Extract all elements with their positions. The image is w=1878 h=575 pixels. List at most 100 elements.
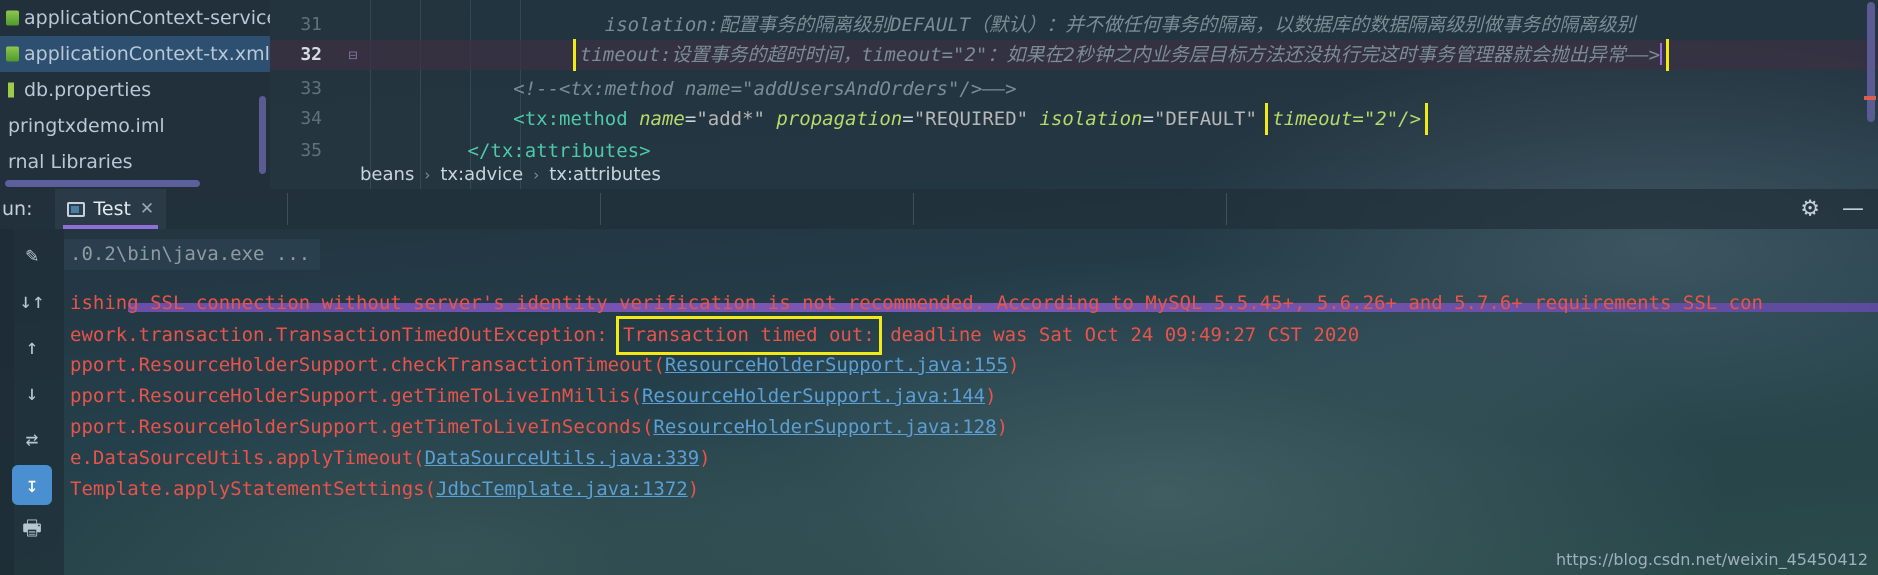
comment-token: isolation:配置事务的隔离级别DEFAULT（默认）：并不做任何事务的隔… (376, 14, 1636, 36)
stack-prefix: pport.ResourceHolderSupport.getTimeToLiv… (70, 385, 642, 407)
code-text: isolation:配置事务的隔离级别DEFAULT（默认）：并不做任何事务的隔… (376, 10, 1878, 40)
code-text: timeout:设置事务的超时时间，timeout="2"：如果在2秒钟之内业务… (376, 39, 1878, 71)
divider (287, 193, 288, 225)
console-icon (66, 201, 85, 217)
tree-item-label: applicationContext-tx.xml (24, 43, 270, 65)
tree-vertical-scrollbar[interactable] (259, 96, 266, 174)
code-text: <tx:method name="add*" propagation="REQU… (376, 103, 1878, 135)
string-token: "DEFAULT" (1153, 108, 1269, 130)
console-stack-line: pport.ResourceHolderSupport.getTimeToLiv… (64, 412, 1878, 443)
stack-prefix: e.DataSourceUtils.applyTimeout( (70, 447, 425, 469)
stack-trace-link[interactable]: ResourceHolderSupport.java:155 (665, 354, 1008, 376)
stack-trace-link[interactable]: ResourceHolderSupport.java:144 (642, 385, 985, 407)
chevron-right-icon: › (533, 165, 540, 184)
console-stack-line: e.DataSourceUtils.applyTimeout(DataSourc… (64, 443, 1878, 474)
editor-zone: applicationContext-service.xml applicati… (0, 0, 1878, 189)
attr-token: name (639, 108, 685, 130)
console-stack-line: pport.ResourceHolderSupport.getTimeToLiv… (64, 381, 1878, 412)
code-line-34[interactable]: 34 <tx:method name="add*" propagation="R… (270, 103, 1878, 135)
breadcrumb-item-tx-advice[interactable]: tx:advice (440, 164, 523, 185)
tree-item-label: applicationContext-service.xml (24, 7, 270, 29)
tag-token: </tx:attributes> (376, 140, 651, 162)
tag-token: <tx:method (376, 108, 640, 130)
stack-suffix: ) (985, 385, 997, 407)
line-number: 31 (300, 14, 322, 35)
rerun-button[interactable]: ✎ (12, 235, 52, 275)
watermark: https://blog.csdn.net/weixin_45450412 (1555, 550, 1868, 569)
tree-item-applicationcontext-tx[interactable]: applicationContext-tx.xml (0, 36, 270, 72)
stack-suffix: ) (699, 447, 711, 469)
console-output[interactable]: .0.2\bin\java.exe ... ishing SSL connect… (64, 229, 1878, 575)
close-icon[interactable]: ✕ (140, 199, 154, 219)
line-number: 34 (300, 108, 322, 129)
tree-item-db-properties[interactable]: db.properties (0, 72, 270, 108)
console-line-ssl-warning: ishing SSL connection without server's i… (70, 292, 1763, 314)
attr-token: isolation (1039, 108, 1143, 130)
comment-token: timeout:设置事务的超时时间，timeout="2"：如果在2秒钟之内业务… (580, 44, 1661, 66)
tree-item-external-libraries[interactable]: rnal Libraries (0, 144, 270, 180)
stack-prefix: pport.ResourceHolderSupport.checkTransac… (70, 354, 665, 376)
chevron-right-icon: › (424, 165, 431, 184)
console-line-exception: ework.transaction.TransactionTimedOutExc… (64, 316, 1878, 355)
run-tab-label: Test (93, 198, 131, 220)
gear-icon[interactable]: ⚙ (1800, 197, 1820, 222)
editor-vertical-scrollbar[interactable] (1867, 2, 1875, 122)
stack-trace-link[interactable]: JdbcTemplate.java:1372 (436, 478, 688, 500)
string-token: "REQUIRED" (913, 108, 1040, 130)
run-actions-toolbar: ✎ ↓↑ ↑ ↓ ⇄ ↧ 🖶 (0, 229, 64, 575)
exception-suffix: deadline was Sat Oct 24 09:49:27 CST 202… (878, 324, 1360, 346)
run-tab-test[interactable]: Test ✕ (54, 189, 167, 229)
timeout-attribute: timeout="2"/> (1272, 108, 1422, 130)
stack-prefix: Template.applyStatementSettings( (70, 478, 437, 500)
console-command-line: .0.2\bin\java.exe ... (64, 239, 321, 270)
tree-horizontal-scrollbar[interactable] (5, 180, 200, 187)
print-button[interactable]: 🖶 (12, 511, 52, 551)
code-line-31[interactable]: 31 isolation:配置事务的隔离级别DEFAULT（默认）：并不做任何事… (270, 10, 1878, 40)
ide-window: applicationContext-service.xml applicati… (0, 0, 1878, 575)
sort-button[interactable]: ↓↑ (12, 281, 52, 321)
breadcrumb[interactable]: beans › tx:advice › tx:attributes (270, 160, 661, 189)
line-number: 33 (300, 78, 322, 99)
run-window-label: un: (2, 198, 33, 220)
stack-suffix: ) (1008, 354, 1020, 376)
breadcrumb-item-tx-attributes[interactable]: tx:attributes (549, 164, 661, 185)
string-token: "add*" (696, 108, 777, 130)
project-tree-panel[interactable]: applicationContext-service.xml applicati… (0, 0, 270, 189)
line-number: 32 (300, 44, 322, 65)
attr-token: propagation (776, 108, 903, 130)
divider (600, 193, 601, 225)
tree-item-iml[interactable]: pringtxdemo.iml (0, 108, 270, 144)
divider (913, 193, 914, 225)
run-tool-window: un: Test ✕ ⚙ — ✎ ↓↑ ↑ ↓ ⇄ ↧ 🖶 .0.2\bin\j… (0, 189, 1878, 575)
stack-trace-link[interactable]: ResourceHolderSupport.java:128 (653, 416, 996, 438)
comment-token: <!--<tx:method name="addUsersAndOrders"/… (376, 78, 1017, 100)
equals-token: = (684, 108, 697, 130)
tree-item-applicationcontext-service[interactable]: applicationContext-service.xml (0, 0, 270, 36)
code-text: <!--<tx:method name="addUsersAndOrders"/… (376, 74, 1878, 104)
minimize-icon[interactable]: — (1842, 197, 1864, 222)
down-button[interactable]: ↓ (12, 373, 52, 413)
stack-suffix: ) (996, 416, 1009, 438)
breadcrumb-item-beans[interactable]: beans (360, 164, 414, 185)
annotation-box-transaction-timed-out: Transaction timed out: (616, 316, 882, 355)
error-stripe-marker[interactable] (1864, 96, 1876, 100)
stack-prefix: pport.ResourceHolderSupport.getTimeToLiv… (70, 416, 654, 438)
export-button[interactable]: ↧ (12, 465, 52, 505)
fold-marker-collapse[interactable]: ⊟ (330, 40, 376, 70)
exception-prefix: ework.transaction.TransactionTimedOutExc… (70, 324, 620, 346)
equals-token: = (902, 108, 914, 130)
code-line-32[interactable]: 32 ⊟ timeout:设置事务的超时时间，timeout="2"：如果在2秒… (270, 39, 1878, 71)
console-stack-line: Template.applyStatementSettings(JdbcTemp… (64, 474, 1878, 505)
wrap-button[interactable]: ⇄ (12, 419, 52, 459)
stack-trace-link[interactable]: DataSourceUtils.java:339 (425, 447, 700, 469)
tree-item-label: db.properties (24, 79, 152, 101)
code-line-33[interactable]: 33 <!--<tx:method name="addUsersAndOrder… (270, 74, 1878, 104)
exception-message: Transaction timed out: (623, 324, 875, 346)
run-window-header: un: Test ✕ ⚙ — (0, 189, 1878, 229)
console-stack-line: pport.ResourceHolderSupport.checkTransac… (64, 350, 1878, 381)
stack-suffix: ) (687, 478, 700, 500)
annotation-box-timeout-attr: timeout="2"/> (1265, 103, 1429, 135)
up-button[interactable]: ↑ (12, 327, 52, 367)
tree-item-label: rnal Libraries (8, 151, 133, 173)
annotation-box-timeout-comment: timeout:设置事务的超时时间，timeout="2"：如果在2秒钟之内业务… (572, 39, 1670, 71)
